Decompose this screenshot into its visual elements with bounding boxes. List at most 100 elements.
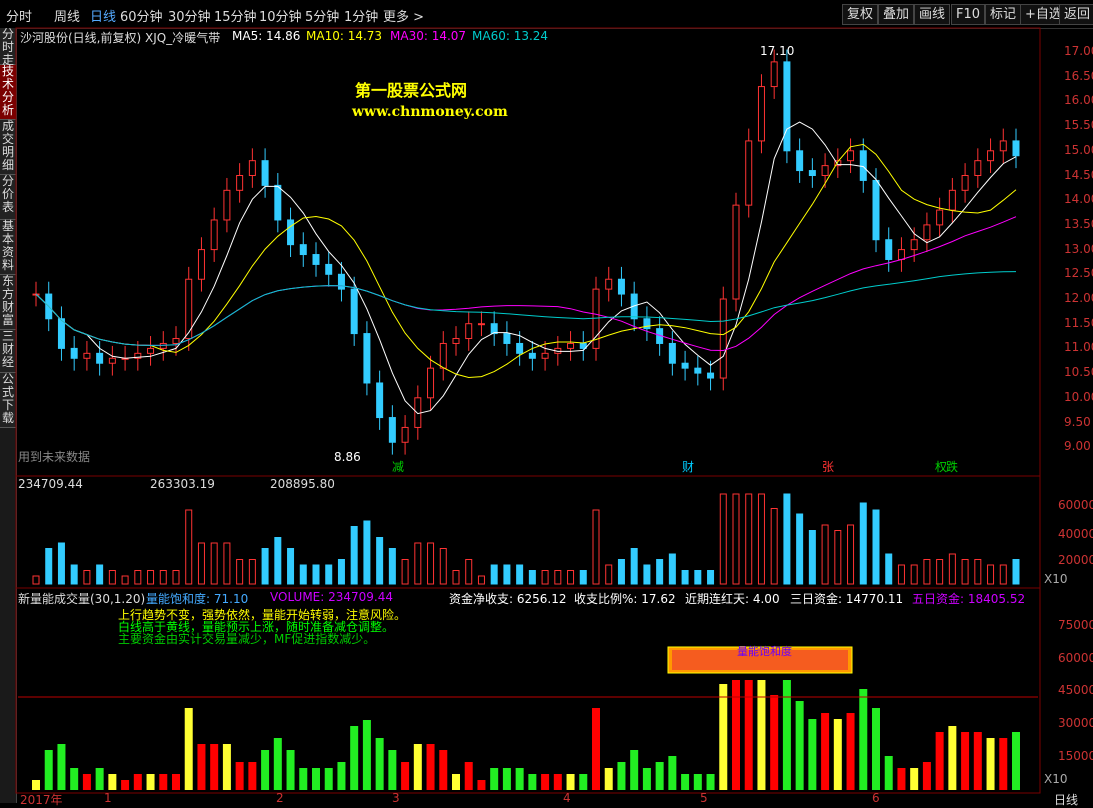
- volume-bar: [847, 524, 855, 585]
- candle-body: [439, 342, 447, 369]
- volume-bar: [694, 570, 702, 585]
- candle-body: [987, 150, 995, 162]
- price-axis-tick: 10.50: [1064, 365, 1093, 380]
- volume-bar: [617, 559, 625, 585]
- candle-body: [503, 333, 511, 344]
- energy-bar: [108, 774, 117, 790]
- energy-bar: [910, 768, 919, 790]
- volume-bar: [363, 520, 371, 585]
- candle-body: [337, 273, 345, 290]
- energy-bar: [630, 750, 639, 790]
- energy-bar: [884, 756, 893, 790]
- energy-axis-75000: 75000: [1058, 618, 1093, 632]
- volume-bar: [567, 570, 575, 585]
- ma5-label: MA5: 14.86: [232, 29, 301, 43]
- vol-axis-60000: 60000: [1058, 498, 1093, 512]
- candle-body: [299, 244, 307, 256]
- candle-body: [248, 160, 256, 176]
- candle-body: [757, 86, 765, 142]
- candle-body: [821, 165, 829, 176]
- watermark-title: 第一股票公式网: [355, 81, 468, 100]
- chart-title: 沙河股份(日线,前复权) XJQ_冷暖气带: [20, 31, 221, 45]
- watermark-url: www.chnmoney.com: [352, 104, 508, 120]
- energy-bar: [681, 774, 690, 790]
- price-axis-tick: 11.50: [1064, 315, 1093, 330]
- candle-body: [465, 323, 473, 340]
- volume-bar: [96, 564, 104, 585]
- volume-ma5-label: 263303.19: [150, 477, 215, 491]
- volume-bar: [770, 508, 778, 585]
- candle-body: [961, 175, 969, 191]
- price-axis-tick: 17.00: [1064, 44, 1093, 58]
- energy-bar: [362, 720, 371, 790]
- candle-body: [57, 318, 65, 349]
- energy-bar: [324, 768, 333, 790]
- candle-body: [796, 150, 804, 172]
- energy-bar: [159, 774, 168, 790]
- energy-bar: [961, 732, 970, 790]
- candle-body: [350, 288, 358, 335]
- volume-bar: [668, 553, 676, 585]
- energy-bar: [541, 774, 550, 790]
- volume-bar: [681, 570, 689, 585]
- energy-bar: [375, 738, 384, 790]
- candle-body: [376, 382, 384, 419]
- volume-bar: [707, 570, 715, 585]
- volume-bar: [923, 559, 931, 585]
- energy-bar: [706, 774, 715, 790]
- volume-bar: [312, 564, 320, 585]
- volume-bar: [605, 564, 613, 585]
- future-data-note: 用到未来数据: [18, 450, 91, 464]
- volume-bar: [872, 509, 880, 585]
- volume-bar: [325, 564, 333, 585]
- energy-bar: [821, 713, 830, 790]
- chart-canvas[interactable]: [0, 0, 1093, 803]
- marker-up: 张: [822, 460, 835, 474]
- energy-bar: [770, 695, 779, 790]
- energy-bar: [502, 768, 511, 790]
- candle-body: [910, 239, 918, 251]
- ma10-line: [35, 143, 1017, 379]
- energy-bar: [82, 774, 91, 790]
- energy-bar: [859, 689, 868, 790]
- ma30-line: [35, 216, 1017, 352]
- vol-axis-unit: X10: [1044, 572, 1068, 586]
- volume-bar: [834, 530, 842, 585]
- energy-bar: [668, 756, 677, 790]
- volume-bar: [987, 564, 995, 585]
- volume-bar: [197, 542, 205, 585]
- volume-bar: [757, 493, 765, 585]
- candle-body: [274, 184, 282, 221]
- volume-bar: [388, 548, 396, 585]
- candle-body: [999, 140, 1007, 152]
- saturation-box-label: 量能饱和度: [737, 645, 792, 658]
- volume-bar: [452, 570, 460, 585]
- price-axis-tick: 9.50: [1064, 414, 1091, 429]
- candle-body: [859, 150, 867, 181]
- volume-bar: [350, 526, 358, 585]
- candle-body: [617, 278, 625, 295]
- volume-bar: [859, 502, 867, 585]
- price-axis-tick: 14.00: [1064, 192, 1093, 207]
- volume-bar: [274, 537, 282, 585]
- three-day-funds: 三日资金: 14770.11: [790, 592, 904, 606]
- energy-axis-45000: 45000: [1058, 683, 1093, 697]
- volume-bar: [108, 570, 116, 585]
- energy-bar: [248, 762, 257, 790]
- candle-body: [707, 372, 715, 379]
- energy-bar: [642, 768, 651, 790]
- volume-bar: [299, 564, 307, 585]
- candle-body: [363, 333, 371, 384]
- energy-bar: [401, 762, 410, 790]
- energy-bar: [897, 768, 906, 790]
- price-axis-tick: 14.50: [1064, 167, 1093, 182]
- volume-bar: [134, 570, 142, 585]
- volume-bar: [32, 575, 40, 585]
- energy-bar: [948, 726, 957, 790]
- marker-finance: 财: [682, 460, 695, 474]
- vol-axis-40000: 40000: [1058, 527, 1093, 541]
- volume-bar: [961, 559, 969, 585]
- volume-ma60-label: 208895.80: [270, 477, 335, 491]
- volume-bar: [248, 559, 256, 585]
- energy-bar: [184, 708, 193, 790]
